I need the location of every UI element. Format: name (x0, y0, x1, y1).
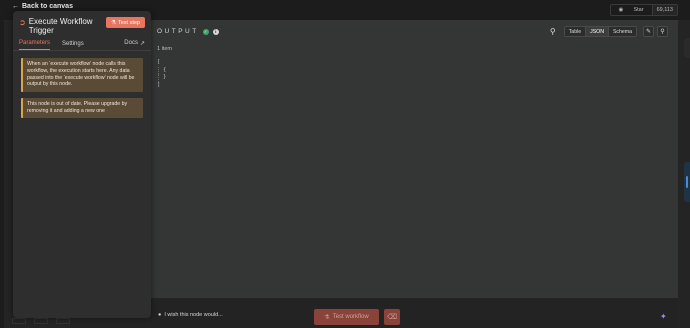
view-mode-json[interactable]: JSON (586, 27, 609, 36)
node-title[interactable]: Execute Workflow Trigger (29, 17, 95, 35)
flask-icon: ⚗ (111, 19, 116, 26)
ndv-footer (150, 298, 678, 328)
external-link-icon: ↗ (139, 41, 145, 47)
edit-output-button[interactable]: ✎ (643, 26, 654, 37)
zoom-to-fit-button[interactable] (12, 318, 26, 324)
info-icon[interactable]: i (212, 28, 219, 35)
back-to-canvas-label: Back to canvas (22, 3, 73, 10)
test-workflow-button[interactable]: ⚗ Test workflow (314, 309, 379, 325)
trigger-node-icon: ➲ (19, 18, 26, 27)
tab-settings[interactable]: Settings (62, 41, 84, 50)
trigger-info-notice: When an ‘execute workflow’ node calls th… (21, 58, 143, 92)
output-title: OUTPUT (157, 28, 199, 35)
view-mode-table[interactable]: Table (564, 27, 587, 36)
flask-icon: ⚗ (324, 314, 330, 321)
view-mode-schema[interactable]: Schema (608, 27, 636, 36)
zoom-out-button[interactable] (56, 318, 70, 324)
ai-assistant-sparkle-icon[interactable]: ✦ (660, 312, 667, 321)
success-check-icon: ✓ (202, 28, 209, 35)
test-step-button[interactable]: ⚗ Test step (106, 17, 145, 28)
canvas-side-handle[interactable] (684, 162, 690, 202)
json-line: ] (157, 81, 161, 88)
items-count: 1 item (157, 46, 172, 52)
docs-label: Docs (124, 40, 138, 46)
search-icon[interactable]: ⚲ (550, 27, 556, 36)
feedback-link[interactable]: ● I wish this node would... (158, 312, 223, 318)
view-mode-switch: Table JSON Schema (563, 26, 637, 37)
zoom-in-button[interactable] (34, 318, 48, 324)
json-line: [ (157, 59, 161, 65)
arrow-left-icon: ← (12, 3, 19, 10)
node-header: ➲ Execute Workflow Trigger ⚗ Test step (13, 11, 151, 39)
outdated-node-notice: This node is out of date. Please upgrade… (21, 98, 143, 118)
node-details-view: ➲ Execute Workflow Trigger ⚗ Test step P… (13, 11, 678, 318)
pencil-icon: ✎ (645, 29, 652, 35)
json-viewer: [ { } ] (157, 59, 166, 89)
json-line: } (158, 74, 166, 82)
parameters-panel: ➲ Execute Workflow Trigger ⚗ Test step P… (13, 11, 151, 318)
back-to-canvas-link[interactable]: ← Back to canvas (12, 3, 73, 10)
tab-docs[interactable]: Docs ↗ (124, 40, 145, 50)
lightbulb-icon: ● (158, 312, 162, 318)
tab-parameters[interactable]: Parameters (19, 40, 51, 50)
pin-icon: ⚲ (660, 29, 665, 35)
test-workflow-label: Test workflow (332, 314, 369, 320)
delete-execution-button[interactable]: ⌫ (384, 309, 400, 325)
pin-data-button[interactable]: ⚲ (657, 26, 668, 37)
output-panel: OUTPUT ✓ i ⚲ Table JSON Schema ✎ ⚲ 1 ite… (151, 20, 678, 309)
canvas-zoom-controls (12, 318, 70, 324)
test-step-label: Test step (117, 19, 140, 26)
json-line: { (158, 66, 166, 74)
canvas-right-panel-toggle[interactable] (684, 38, 690, 58)
output-toolbar: ⚲ Table JSON Schema ✎ ⚲ (550, 26, 668, 37)
feedback-label: I wish this node would... (164, 312, 223, 318)
trash-icon: ⌫ (387, 314, 397, 321)
output-header: OUTPUT ✓ i (157, 28, 219, 35)
parameter-tabs: Parameters Settings Docs ↗ (13, 39, 151, 51)
